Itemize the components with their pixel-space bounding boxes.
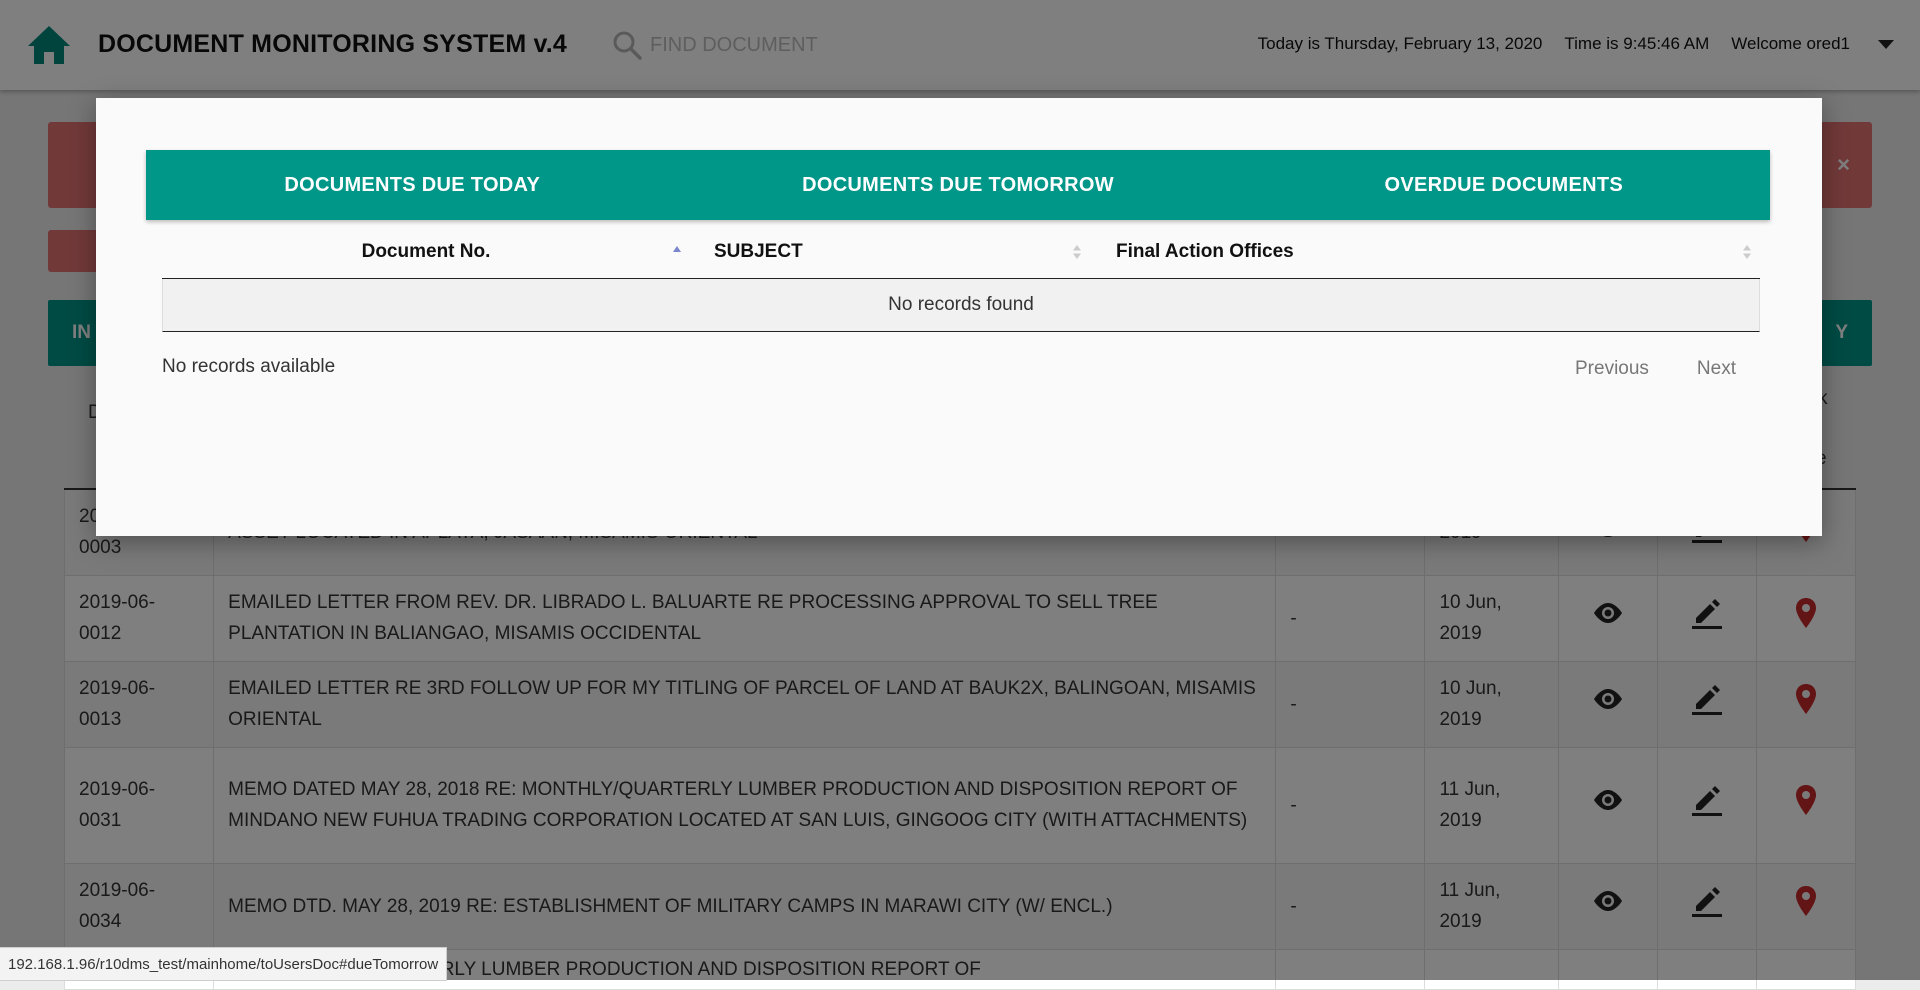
column-header-document-no[interactable]: Document No.	[162, 226, 690, 278]
due-documents-table: Document No. SUBJECT Final Action Office…	[162, 226, 1760, 332]
pagination: Previous Next	[1575, 358, 1736, 380]
due-documents-modal: DOCUMENTS DUE TODAY DOCUMENTS DUE TOMORR…	[96, 98, 1822, 536]
column-label: Document No.	[361, 241, 491, 262]
tab-overdue-documents[interactable]: OVERDUE DOCUMENTS	[1238, 150, 1770, 220]
modal-tabs: DOCUMENTS DUE TODAY DOCUMENTS DUE TOMORR…	[146, 150, 1770, 220]
column-label: Final Action Offices	[1116, 241, 1294, 262]
empty-table-message: No records found	[162, 279, 1760, 332]
tab-documents-due-tomorrow[interactable]: DOCUMENTS DUE TOMORROW	[678, 150, 1237, 220]
table-header-row: Document No. SUBJECT Final Action Office…	[162, 226, 1760, 279]
table-info: No records available	[162, 356, 336, 377]
next-button[interactable]: Next	[1697, 358, 1736, 380]
sort-both-icon	[1073, 245, 1081, 259]
previous-button[interactable]: Previous	[1575, 358, 1649, 380]
tab-documents-due-today[interactable]: DOCUMENTS DUE TODAY	[146, 150, 678, 220]
sort-both-icon	[1743, 245, 1751, 259]
column-header-final-action-offices[interactable]: Final Action Offices	[1090, 226, 1760, 278]
column-label: SUBJECT	[714, 241, 803, 262]
column-header-subject[interactable]: SUBJECT	[690, 226, 1090, 278]
sort-asc-icon	[673, 246, 681, 252]
browser-status-url: 192.168.1.96/r10dms_test/mainhome/toUser…	[0, 947, 448, 981]
